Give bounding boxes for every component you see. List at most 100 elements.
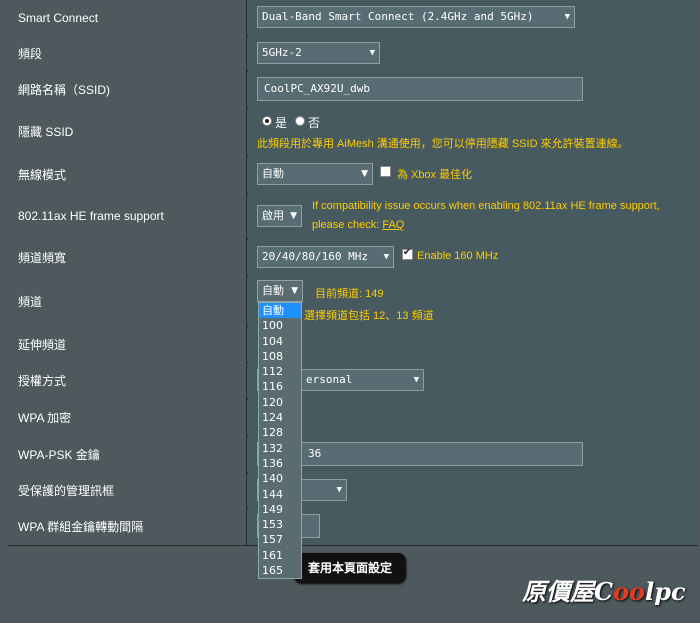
psk-cell: 36 [248,436,698,472]
wpa-enc-cell [248,399,698,436]
bandwidth-select[interactable]: 20/40/80/160 MHz ▼ [257,246,394,268]
channel-option[interactable]: 161 [259,548,301,563]
row-pmf: 受保護的管理訊框 ▼ [8,472,698,509]
hide-ssid-label: 隱藏 SSID [8,107,247,155]
channel-option[interactable]: 120 [259,395,301,410]
wpa-enc-label: WPA 加密 [8,399,247,436]
row-wpa-enc: WPA 加密 [8,399,698,437]
smart-connect-label: Smart Connect [8,0,247,35]
he-frame-note: If compatibility issue occurs when enabl… [312,200,660,212]
enable-160-checkbox[interactable] [402,247,413,260]
channel-option[interactable]: 自動 [259,303,301,319]
channel-option[interactable]: 140 [259,471,301,486]
row-band: 頻段 5GHz-2 ▼ [8,35,698,72]
current-channel: 目前頻道: 149 [315,288,384,300]
chevron-down-icon: ▼ [291,286,298,296]
row-channel: 頻道 自動 ▼ 目前頻道: 149 選擇頻道包括 12、13 頻道 [8,276,698,327]
channel-option[interactable]: 149 [259,502,301,517]
wireless-mode-label: 無線模式 [8,155,247,193]
chevron-down-icon: ▼ [383,252,389,262]
psk-label: WPA-PSK 金鑰 [8,436,247,472]
he-frame-label: 802.11ax HE frame support [8,193,247,239]
channel-option[interactable]: 108 [259,349,301,364]
xbox-checkbox[interactable] [380,166,391,177]
rekey-cell [248,508,698,545]
channel-cell: 自動 ▼ 目前頻道: 149 選擇頻道包括 12、13 頻道 [248,276,698,326]
channel-option[interactable]: 157 [259,532,301,547]
apply-button[interactable]: 套用本頁面設定 [294,553,406,583]
chevron-down-icon: ▼ [369,48,375,58]
channel-label: 頻道 [8,276,247,326]
chevron-down-icon: ▼ [361,169,368,179]
channel-option[interactable]: 116 [259,379,301,394]
pmf-label: 受保護的管理訊框 [8,472,247,508]
he-frame-value: 啟用 [262,209,284,222]
he-frame-select[interactable]: 啟用 ▼ [257,205,302,227]
ssid-label: 網路名稱（SSID) [8,71,247,107]
auth-label: 授權方式 [8,362,247,399]
auth-cell: ersonal ▼ [248,362,698,399]
hide-ssid-no-radio[interactable] [295,116,305,126]
coolpc-watermark-logo: 原價屋Coolpc [522,572,686,607]
wireless-mode-select[interactable]: 自動 ▼ [257,163,373,185]
channel-dropdown-list[interactable]: 自動 100 104 108 112 116 120 124 128 132 136 140 144 14… [258,302,302,580]
hide-ssid-yes-label: 是 [275,116,288,130]
auth-value: ersonal [306,373,353,386]
hide-ssid-yes-radio[interactable] [262,116,272,126]
watermark-prefix: 原價屋C [522,577,614,606]
channel-option[interactable]: 136 [259,456,301,471]
enable-160-label: Enable 160 MHz [417,250,499,262]
channel-select[interactable]: 自動 ▼ [257,280,303,302]
chevron-down-icon: ▼ [413,375,419,385]
row-wireless-mode: 無線模式 自動 ▼ 為 Xbox 最佳化 [8,155,698,194]
pmf-cell: ▼ [248,472,698,508]
bandwidth-label: 頻道頻寬 [8,239,247,276]
row-rekey: WPA 群組金鑰轉動間隔 [8,508,698,546]
ext-channel-label: 延伸頻道 [8,326,247,362]
row-auth: 授權方式 ersonal ▼ [8,362,698,400]
row-smart-connect: Smart Connect Dual-Band Smart Connect (2… [8,0,698,36]
bandwidth-value: 20/40/80/160 MHz [262,250,368,263]
hide-ssid-cell: 是 否 此頻段用於專用 AiMesh 溝通使用，您可以停用隱藏 SSID 來允許… [248,107,698,155]
band-label: 頻段 [8,35,247,71]
channel-option[interactable]: 104 [259,334,301,349]
he-frame-note-prefix: please check: [312,219,383,231]
hide-ssid-no-label: 否 [308,116,321,130]
smart-connect-cell: Dual-Band Smart Connect (2.4GHz and 5GHz… [248,0,698,35]
wireless-mode-cell: 自動 ▼ 為 Xbox 最佳化 [248,155,698,193]
he-frame-note-line2: please check: FAQ [312,219,404,231]
he-frame-cell: 啟用 ▼ If compatibility issue occurs when … [248,193,698,239]
channel-option[interactable]: 124 [259,410,301,425]
row-ext-channel: 延伸頻道 [8,326,698,363]
channel-option[interactable]: 153 [259,517,301,532]
psk-input[interactable]: 36 [257,442,583,466]
channel-option[interactable]: 132 [259,441,301,456]
faq-link[interactable]: FAQ [382,219,404,231]
channel-option[interactable]: 112 [259,364,301,379]
band-select[interactable]: 5GHz-2 ▼ [257,42,380,64]
channel-option[interactable]: 100 [259,318,301,333]
watermark-oo: oo [613,577,646,606]
bandwidth-cell: 20/40/80/160 MHz ▼ Enable 160 MHz [248,239,698,276]
channel-option[interactable]: 128 [259,425,301,440]
row-hide-ssid: 隱藏 SSID 是 否 此頻段用於專用 AiMesh 溝通使用，您可以停用隱藏 … [8,107,698,156]
xbox-label: 為 Xbox 最佳化 [397,169,473,181]
band-cell: 5GHz-2 ▼ [248,35,698,71]
channel-note: 選擇頻道包括 12、13 頻道 [304,310,434,322]
band-value: 5GHz-2 [262,46,302,59]
channel-option[interactable]: 165 [259,563,301,578]
chevron-down-icon: ▼ [564,12,570,22]
channel-option[interactable]: 144 [259,487,301,502]
smart-connect-value: Dual-Band Smart Connect (2.4GHz and 5GHz… [262,10,534,23]
rekey-label: WPA 群組金鑰轉動間隔 [8,508,247,545]
ssid-input[interactable]: CoolPC_AX92U_dwb [257,77,583,101]
ssid-cell: CoolPC_AX92U_dwb [248,71,698,107]
wireless-mode-value: 自動 [262,167,284,180]
smart-connect-select[interactable]: Dual-Band Smart Connect (2.4GHz and 5GHz… [257,6,575,28]
channel-value: 自動 [262,284,284,297]
row-psk: WPA-PSK 金鑰 36 [8,436,698,473]
chevron-down-icon: ▼ [290,211,297,221]
row-he-frame: 802.11ax HE frame support 啟用 ▼ If compat… [8,193,698,240]
ext-channel-cell [248,326,698,362]
row-ssid: 網路名稱（SSID) CoolPC_AX92U_dwb [8,71,698,108]
